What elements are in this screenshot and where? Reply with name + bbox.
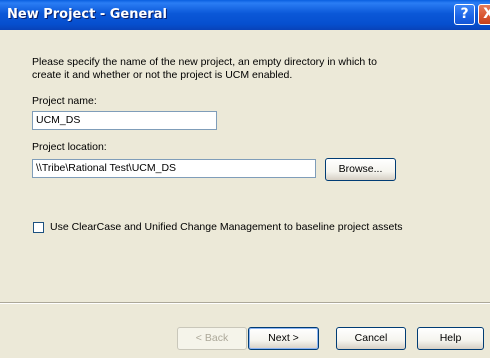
project-location-label: Project location: xyxy=(32,141,107,153)
new-project-dialog: New Project - General ? X Please specify… xyxy=(0,0,490,358)
ucm-checkbox-label[interactable]: Use ClearCase and Unified Change Managem… xyxy=(50,221,403,233)
button-separator xyxy=(0,302,490,304)
title-bar[interactable]: New Project - General ? X xyxy=(0,0,490,30)
back-button[interactable]: < Back xyxy=(177,327,247,350)
intro-text: Please specify the name of the new proje… xyxy=(32,56,377,81)
next-button[interactable]: Next > xyxy=(248,327,319,350)
close-icon: X xyxy=(483,6,490,22)
close-title-button[interactable]: X xyxy=(478,4,490,25)
project-name-input[interactable]: UCM_DS xyxy=(32,111,217,130)
project-location-input[interactable]: \\Tribe\Rational Test\UCM_DS xyxy=(32,159,316,178)
help-button[interactable]: Help xyxy=(417,327,484,350)
question-mark-icon: ? xyxy=(460,6,469,22)
help-title-button[interactable]: ? xyxy=(454,4,475,25)
ucm-checkbox[interactable] xyxy=(33,222,44,233)
cancel-button[interactable]: Cancel xyxy=(336,327,406,350)
project-name-label: Project name: xyxy=(32,95,97,107)
browse-button[interactable]: Browse... xyxy=(325,158,396,181)
window-title: New Project - General xyxy=(7,7,167,22)
